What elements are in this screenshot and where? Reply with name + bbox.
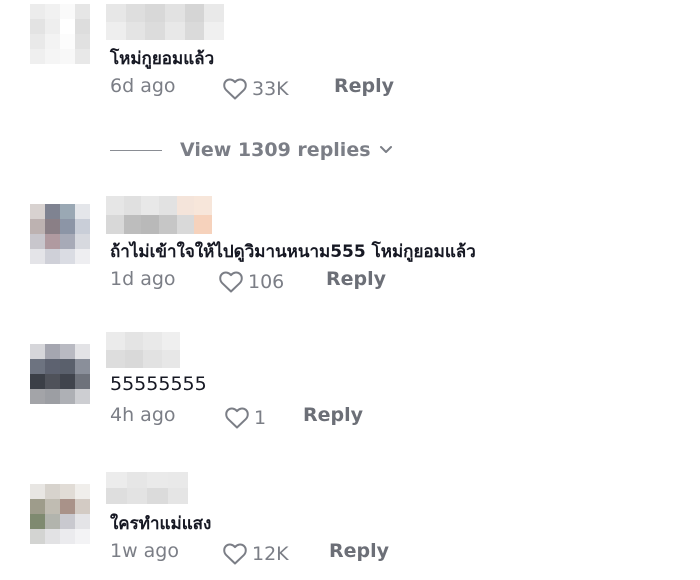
heart-outline-icon — [219, 271, 243, 293]
heart-outline-icon — [223, 78, 247, 100]
like-button[interactable]: 12K — [222, 542, 289, 566]
view-replies-button[interactable]: View 1309 replies — [110, 137, 393, 163]
chevron-down-icon — [379, 146, 392, 153]
comment-time: 1d ago — [110, 268, 176, 290]
reply-button[interactable]: Reply — [303, 404, 363, 426]
avatar[interactable] — [30, 4, 90, 64]
username[interactable] — [106, 332, 180, 368]
divider-line — [110, 149, 162, 151]
avatar[interactable] — [30, 204, 90, 264]
username[interactable] — [106, 472, 188, 504]
like-button[interactable]: 106 — [218, 270, 284, 294]
like-button[interactable]: 33K — [222, 77, 289, 101]
like-button[interactable]: 1 — [224, 406, 266, 430]
view-replies-label: View 1309 replies — [180, 139, 371, 161]
like-count: 106 — [248, 271, 285, 293]
reply-button[interactable]: Reply — [334, 75, 394, 97]
heart-outline-icon — [225, 407, 249, 429]
comment-time: 6d ago — [110, 75, 176, 97]
avatar[interactable] — [30, 484, 90, 544]
comment-time: 1w ago — [110, 540, 179, 562]
like-count: 1 — [254, 407, 267, 429]
comment-text: ถ้าไม่เข้าใจให้ไปดูวิมานหนาม555 โหม่กูยอ… — [110, 242, 476, 262]
like-count: 12K — [252, 543, 289, 565]
username[interactable] — [106, 196, 212, 234]
avatar[interactable] — [30, 344, 90, 404]
heart-outline-icon — [223, 543, 247, 565]
comment-time: 4h ago — [110, 404, 176, 426]
like-count: 33K — [252, 78, 289, 100]
comment-text: 55555555 — [110, 373, 207, 395]
comment-text: โหม่กูยอมแล้ว — [110, 49, 215, 69]
username[interactable] — [106, 4, 224, 40]
reply-button[interactable]: Reply — [329, 540, 389, 562]
comment-text: ใครทำแม่แสง — [110, 514, 212, 534]
reply-button[interactable]: Reply — [326, 268, 386, 290]
